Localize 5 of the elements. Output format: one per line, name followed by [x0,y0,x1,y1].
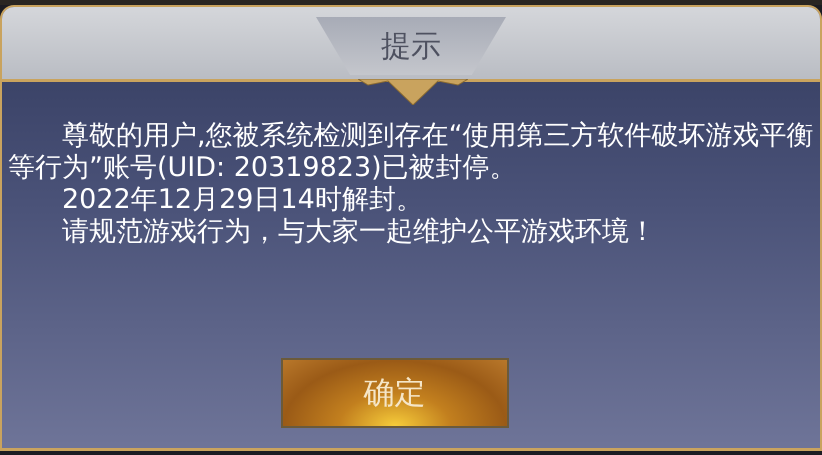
confirm-button[interactable]: 确定 [280,358,508,428]
message-text: 尊敬的用户,您被系统检测到存在“使用第三方软件破坏游戏平衡等行为”账号(UID: 20319823)已被封停。 [8,120,815,184]
message-text: 请规范游戏行为，与大家一起维护公平游戏环境！ [61,216,657,248]
dialog-title: 提示 [381,28,441,66]
message-text: 2022年12月29日14时解封。 [61,184,424,216]
